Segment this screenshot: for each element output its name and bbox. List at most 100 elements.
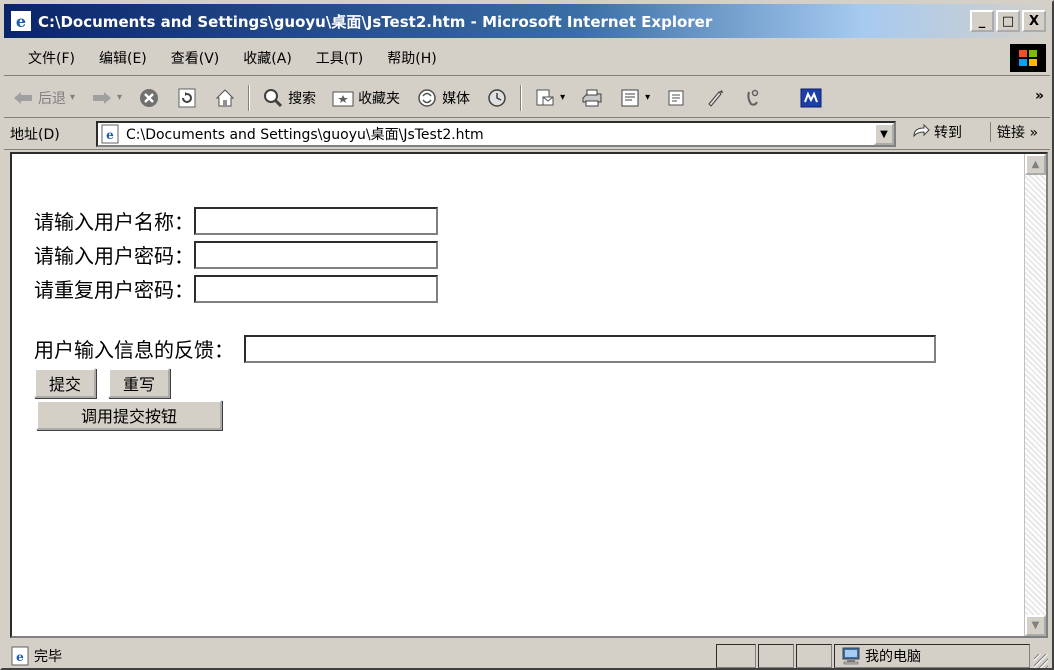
page-content: 请输入用户名称： 请输入用户密码： 请重复用户密码： 用户输入信息的反馈： 提交… bbox=[10, 152, 1048, 638]
svg-text:e: e bbox=[106, 128, 114, 142]
address-value: C:\Documents and Settings\guoyu\桌面\JsTes… bbox=[126, 127, 484, 143]
home-button[interactable] bbox=[206, 87, 244, 109]
print-button[interactable] bbox=[573, 87, 611, 109]
feedback-label: 用户输入信息的反馈： bbox=[34, 338, 234, 362]
menu-favorites[interactable]: 收藏(A) bbox=[231, 48, 304, 68]
ie-logo-icon: e bbox=[11, 11, 31, 31]
go-label: 转到 bbox=[934, 125, 962, 141]
favorites-label: 收藏夹 bbox=[358, 90, 401, 107]
refresh-button[interactable] bbox=[168, 87, 206, 109]
forward-button[interactable]: ▾ bbox=[83, 87, 130, 109]
password-label: 请输入用户密码： bbox=[34, 244, 194, 268]
go-button[interactable]: 转到 bbox=[912, 122, 962, 142]
security-zone[interactable]: 我的电脑 bbox=[834, 644, 1030, 668]
zone-label: 我的电脑 bbox=[865, 649, 921, 665]
history-button[interactable] bbox=[478, 87, 516, 109]
home-icon bbox=[214, 87, 236, 109]
msn-button[interactable] bbox=[792, 87, 830, 109]
search-button[interactable]: 搜索 bbox=[254, 87, 324, 109]
repeat-password-label: 请重复用户密码： bbox=[34, 278, 194, 302]
address-input[interactable]: e C:\Documents and Settings\guoyu\桌面\JsT… bbox=[96, 121, 896, 147]
feedback-row: 用户输入信息的反馈： bbox=[34, 334, 936, 363]
address-dropdown-button[interactable]: ▼ bbox=[874, 123, 894, 145]
edit-page-icon bbox=[619, 87, 641, 109]
discuss-icon bbox=[666, 87, 688, 109]
menu-file[interactable]: 文件(F) bbox=[4, 48, 87, 68]
media-button[interactable]: 媒体 bbox=[408, 87, 478, 109]
standard-toolbar: 后退 ▾ ▾ 搜索 收藏夹 媒体 ▾ ▾ » bbox=[4, 78, 1050, 118]
invoke-submit-button[interactable]: 调用提交按钮 bbox=[36, 400, 222, 430]
messenger-button[interactable] bbox=[734, 87, 772, 109]
page-icon: e bbox=[101, 124, 119, 144]
my-computer-icon bbox=[842, 647, 860, 665]
history-icon bbox=[486, 87, 508, 109]
search-label: 搜索 bbox=[288, 90, 317, 107]
menu-view[interactable]: 查看(V) bbox=[159, 48, 232, 68]
status-pane bbox=[758, 644, 794, 668]
submit-button[interactable]: 提交 bbox=[34, 368, 96, 398]
forward-arrow-icon bbox=[91, 87, 113, 109]
address-label: 地址(D) bbox=[10, 126, 60, 143]
favorites-folder-icon bbox=[332, 87, 354, 109]
status-area: e 完毕 bbox=[10, 646, 62, 666]
search-icon bbox=[262, 87, 284, 109]
invoke-row: 调用提交按钮 bbox=[36, 400, 222, 430]
printer-icon bbox=[581, 87, 603, 109]
feedback-input[interactable] bbox=[244, 334, 936, 363]
vertical-scrollbar[interactable]: ▲ ▼ bbox=[1024, 154, 1046, 636]
toolbar-separator bbox=[520, 84, 523, 111]
svg-text:e: e bbox=[16, 12, 26, 31]
go-arrow-icon bbox=[913, 124, 930, 138]
chevron-down-icon: ▾ bbox=[70, 92, 76, 103]
password-row: 请输入用户密码： bbox=[34, 240, 438, 269]
menu-bar: 文件(F) 编辑(E) 查看(V) 收藏(A) 工具(T) 帮助(H) bbox=[4, 40, 1050, 76]
stop-icon bbox=[138, 87, 160, 109]
menu-help[interactable]: 帮助(H) bbox=[375, 48, 448, 68]
close-button[interactable]: X bbox=[1022, 10, 1046, 32]
back-button[interactable]: 后退 ▾ bbox=[4, 87, 83, 109]
page-done-icon: e bbox=[11, 646, 29, 666]
svg-text:e: e bbox=[16, 650, 24, 664]
chevron-down-icon: ▾ bbox=[560, 92, 566, 103]
media-label: 媒体 bbox=[442, 90, 471, 107]
toolbar-overflow-button[interactable]: » bbox=[1035, 88, 1044, 104]
stop-button[interactable] bbox=[130, 87, 168, 109]
mail-button[interactable]: ▾ bbox=[526, 87, 573, 109]
discuss-button[interactable] bbox=[658, 87, 696, 109]
title-bar[interactable]: e C:\Documents and Settings\guoyu\桌面\JsT… bbox=[4, 4, 1050, 38]
back-arrow-icon bbox=[12, 87, 34, 109]
password-input[interactable] bbox=[194, 240, 438, 269]
username-row: 请输入用户名称： bbox=[34, 206, 438, 235]
status-text: 完毕 bbox=[34, 649, 62, 665]
repeat-password-input[interactable] bbox=[194, 274, 438, 303]
maximize-button[interactable]: □ bbox=[996, 10, 1020, 32]
resize-grip[interactable] bbox=[1034, 654, 1048, 668]
toolbar-separator bbox=[248, 84, 251, 111]
username-label: 请输入用户名称： bbox=[34, 210, 194, 234]
favorites-button[interactable]: 收藏夹 bbox=[324, 87, 408, 109]
research-button[interactable] bbox=[696, 87, 734, 109]
chevron-down-icon: ▾ bbox=[117, 92, 123, 103]
scroll-down-button[interactable]: ▼ bbox=[1025, 615, 1046, 636]
msn-icon bbox=[800, 87, 822, 109]
mail-icon bbox=[534, 87, 556, 109]
status-pane bbox=[716, 644, 756, 668]
status-bar: e 完毕 我的电脑 bbox=[4, 642, 1050, 670]
messenger-icon bbox=[742, 87, 764, 109]
chevron-down-icon: ▾ bbox=[645, 92, 651, 103]
links-button[interactable]: 链接 » bbox=[990, 122, 1038, 142]
refresh-icon bbox=[176, 87, 198, 109]
minimize-button[interactable]: _ bbox=[970, 10, 994, 32]
username-input[interactable] bbox=[194, 206, 438, 235]
scroll-up-button[interactable]: ▲ bbox=[1025, 154, 1046, 175]
menu-tools[interactable]: 工具(T) bbox=[304, 48, 375, 68]
reset-button[interactable]: 重写 bbox=[108, 368, 170, 398]
edit-button[interactable]: ▾ bbox=[611, 87, 658, 109]
status-pane bbox=[796, 644, 832, 668]
window-title: C:\Documents and Settings\guoyu\桌面\JsTes… bbox=[38, 12, 713, 31]
ie-window: e C:\Documents and Settings\guoyu\桌面\JsT… bbox=[0, 0, 1054, 670]
menu-edit[interactable]: 编辑(E) bbox=[87, 48, 159, 68]
media-icon bbox=[416, 87, 438, 109]
repeat-password-row: 请重复用户密码： bbox=[34, 274, 438, 303]
address-bar: 地址(D) e C:\Documents and Settings\guoyu\… bbox=[4, 118, 1050, 150]
